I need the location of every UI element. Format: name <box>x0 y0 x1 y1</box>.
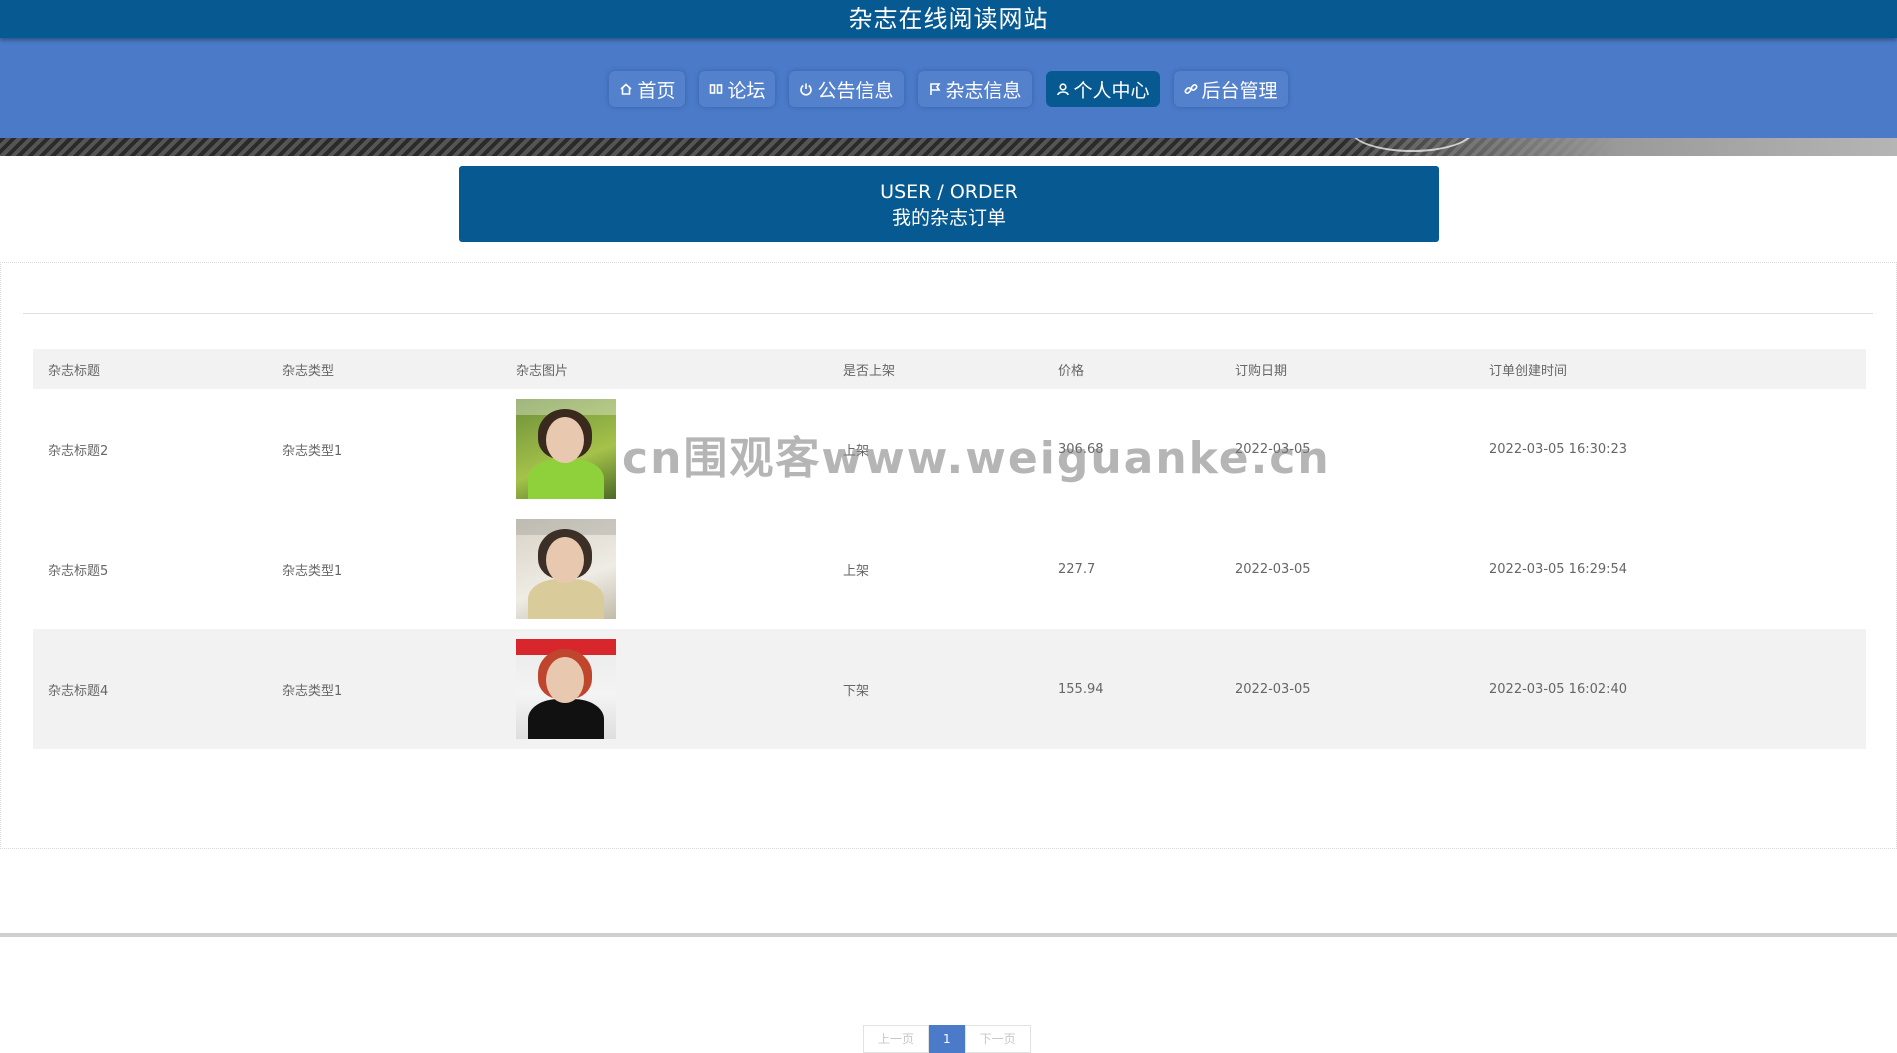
next-page-button[interactable]: 下一页 <box>964 1025 1031 1053</box>
nav-item-forum[interactable]: 论坛 <box>699 71 776 107</box>
cell-title: 杂志标题5 <box>48 563 109 579</box>
nav-item-notice[interactable]: 公告信息 <box>789 71 904 107</box>
decorative-stripe <box>0 108 1897 156</box>
banner-title-zh: 我的杂志订单 <box>891 207 1006 229</box>
nav-item-label: 论坛 <box>727 79 766 102</box>
cell-order-date: 2022-03-05 <box>1235 561 1311 577</box>
site-title: 杂志在线阅读网站 <box>848 5 1049 33</box>
watermark-text: cn围观客www.weiguanke.cn <box>622 433 1331 484</box>
col-header-order-date: 订购日期 <box>1220 349 1474 389</box>
cell-order-date: 2022-03-05 <box>1220 629 1474 749</box>
col-header-created-time: 订单创建时间 <box>1474 349 1866 389</box>
prev-page-button[interactable]: 上一页 <box>863 1025 930 1053</box>
cell-title: 杂志标题2 <box>48 443 109 459</box>
cell-created-time: 2022-03-05 16:29:54 <box>1489 561 1628 577</box>
home-icon <box>620 83 632 95</box>
nav-band: 首页 论坛 公告信息 杂志信息 个人中心 后台管理 <box>0 38 1897 138</box>
table-row[interactable]: 杂志标题4 杂志类型1 下架 155.94 2022-03-05 2022-03… <box>33 629 1866 749</box>
col-header-status: 是否上架 <box>828 349 1043 389</box>
magazine-cover-image[interactable] <box>516 639 616 739</box>
site-header: 杂志在线阅读网站 <box>0 0 1897 38</box>
nav-item-label: 后台管理 <box>1201 79 1278 102</box>
cell-type: 杂志类型1 <box>282 443 343 459</box>
cell-status: 上架 <box>843 563 870 579</box>
cell-type: 杂志类型1 <box>282 563 343 579</box>
flag-icon <box>929 83 940 95</box>
forum-icon <box>710 84 723 94</box>
main-nav: 首页 论坛 公告信息 杂志信息 个人中心 后台管理 <box>0 71 1897 107</box>
cell-type: 杂志类型1 <box>267 629 501 749</box>
orders-table: 杂志标题 杂志类型 杂志图片 是否上架 价格 订购日期 订单创建时间 杂志标题2… <box>33 349 1866 749</box>
page-1-button[interactable]: 1 <box>929 1025 965 1053</box>
nav-item-user-center[interactable]: 个人中心 <box>1045 71 1160 107</box>
col-header-type: 杂志类型 <box>267 349 501 389</box>
cell-price: 227.7 <box>1058 561 1096 577</box>
cell-title: 杂志标题4 <box>33 629 267 749</box>
table-header-row: 杂志标题 杂志类型 杂志图片 是否上架 价格 订购日期 订单创建时间 <box>33 349 1866 389</box>
pagination: 上一页 1 下一页 <box>863 1025 1031 1053</box>
cell-status: 下架 <box>828 629 1043 749</box>
col-header-image: 杂志图片 <box>501 349 828 389</box>
nav-item-label: 个人中心 <box>1073 79 1150 102</box>
magazine-cover-image[interactable] <box>516 399 616 499</box>
nav-item-home[interactable]: 首页 <box>609 71 686 107</box>
banner-title-en: USER / ORDER <box>880 181 1018 203</box>
cell-image <box>501 509 828 629</box>
page-banner: USER / ORDER 我的杂志订单 <box>459 166 1439 242</box>
nav-item-label: 杂志信息 <box>945 79 1022 102</box>
magazine-cover-image[interactable] <box>516 519 616 619</box>
power-icon <box>800 83 813 96</box>
cell-price: 155.94 <box>1043 629 1220 749</box>
nav-item-admin[interactable]: 后台管理 <box>1173 71 1288 107</box>
user-icon <box>1056 83 1069 96</box>
nav-item-label: 公告信息 <box>817 79 894 102</box>
bottom-border <box>0 933 1897 937</box>
link-icon <box>1184 83 1198 95</box>
cell-created-time: 2022-03-05 16:02:40 <box>1474 629 1866 749</box>
table-row[interactable]: 杂志标题5 杂志类型1 上架 227.7 2022-03-05 2022-03-… <box>33 509 1866 629</box>
divider <box>23 313 1873 314</box>
orders-panel: 杂志标题 杂志类型 杂志图片 是否上架 价格 订购日期 订单创建时间 杂志标题2… <box>0 262 1897 1053</box>
col-header-price: 价格 <box>1043 349 1220 389</box>
cell-image <box>501 629 828 749</box>
nav-item-magazine[interactable]: 杂志信息 <box>917 71 1032 107</box>
nav-item-label: 首页 <box>637 79 676 102</box>
col-header-title: 杂志标题 <box>33 349 267 389</box>
cell-created-time: 2022-03-05 16:30:23 <box>1489 441 1628 457</box>
